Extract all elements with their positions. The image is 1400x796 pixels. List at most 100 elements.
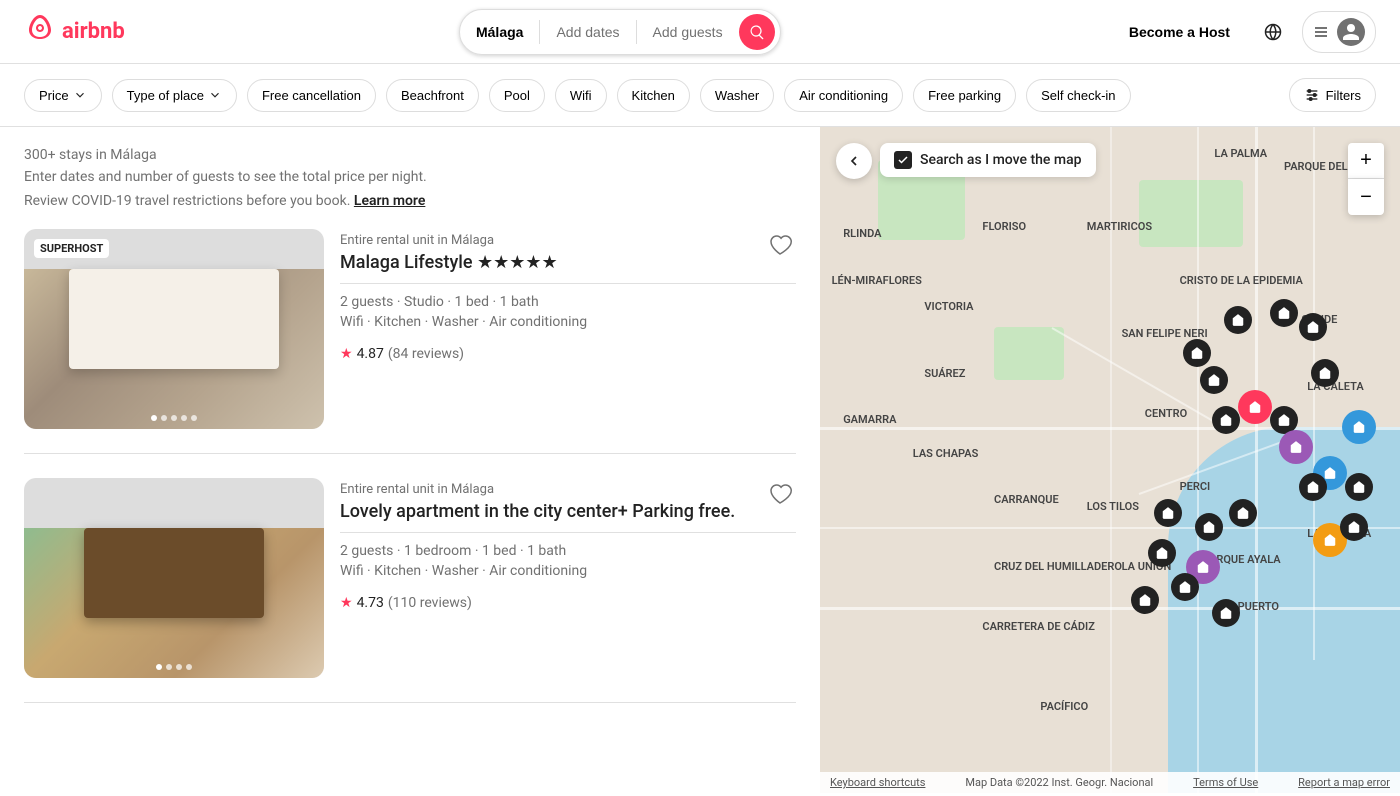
dates-search[interactable]: Add dates: [540, 16, 635, 48]
image-dots-1: [151, 415, 197, 421]
user-menu-button[interactable]: [1302, 11, 1376, 53]
free-parking-filter[interactable]: Free parking: [913, 79, 1016, 112]
map-pin-14[interactable]: [1171, 573, 1199, 601]
map-pin-9[interactable]: [1299, 473, 1327, 501]
learn-more-link[interactable]: Learn more: [354, 193, 425, 209]
map-road-v2: [1255, 127, 1258, 793]
map-pin-2[interactable]: [1224, 306, 1252, 334]
map-pin-15[interactable]: [1131, 586, 1159, 614]
map-pin-4[interactable]: [1299, 313, 1327, 341]
map-pin-blue-2[interactable]: [1342, 410, 1376, 444]
listing-image-2: [24, 528, 324, 678]
map-keyboard-shortcuts[interactable]: Keyboard shortcuts: [830, 776, 925, 789]
map-pin-17[interactable]: [1345, 473, 1373, 501]
map-panel: LA PALMA PARQUE DEL SUR RLINDA LÉN-MIRAF…: [820, 127, 1400, 793]
covid-notice-text: Review COVID-19 travel restrictions befo…: [24, 193, 350, 209]
left-panel: 300+ stays in Málaga Enter dates and num…: [0, 127, 820, 793]
listing-image-container-1[interactable]: SUPERHOST: [24, 229, 324, 429]
filters-button[interactable]: Filters: [1289, 78, 1376, 112]
map-pin-16[interactable]: [1212, 599, 1240, 627]
dot-1-4: [181, 415, 187, 421]
pool-filter[interactable]: Pool: [489, 79, 545, 112]
wishlist-button-1[interactable]: [764, 229, 796, 264]
house-icon-18: [1347, 520, 1361, 534]
beachfront-filter[interactable]: Beachfront: [386, 79, 479, 112]
map-pin-highlighted-1[interactable]: [1238, 390, 1272, 424]
logo-text: airbnb: [62, 19, 125, 44]
rating-value-1: 4.87: [357, 346, 384, 362]
map-pin-6[interactable]: [1200, 366, 1228, 394]
star-icon-2: ★: [340, 595, 353, 611]
house-icon-10: [1161, 506, 1175, 520]
language-button[interactable]: [1256, 15, 1290, 49]
listing-details-1: 2 guests · Studio · 1 bed · 1 bath: [340, 294, 796, 310]
type-of-place-filter[interactable]: Type of place: [112, 79, 237, 112]
back-arrow-icon: [846, 153, 862, 169]
air-conditioning-filter[interactable]: Air conditioning: [784, 79, 903, 112]
results-count: 300+ stays in Málaga: [24, 147, 796, 163]
globe-icon: [1264, 23, 1282, 41]
map-pin-3[interactable]: [1270, 299, 1298, 327]
star-icon-1: ★: [340, 346, 353, 362]
free-cancellation-filter[interactable]: Free cancellation: [247, 79, 376, 112]
map-terms[interactable]: Terms of Use: [1193, 776, 1258, 789]
listing-type-2: Entire rental unit in Málaga: [340, 482, 796, 497]
search-submit-button[interactable]: [739, 14, 775, 50]
map-report[interactable]: Report a map error: [1298, 776, 1390, 789]
map-pin-5[interactable]: [1311, 359, 1339, 387]
zoom-out-button[interactable]: −: [1348, 179, 1384, 215]
location-search[interactable]: Málaga: [460, 16, 539, 48]
logo-link[interactable]: airbnb: [24, 14, 125, 50]
listing-card-1: SUPERHOST Entire rental unit in Málaga M…: [24, 229, 796, 454]
map-back-button[interactable]: [836, 143, 872, 179]
filter-bar: Price Type of place Free cancellation Be…: [0, 64, 1400, 127]
map-pin-11[interactable]: [1195, 513, 1223, 541]
map-pin-1[interactable]: [1183, 339, 1211, 367]
house-icon-h1: [1248, 400, 1262, 414]
kitchen-filter[interactable]: Kitchen: [617, 79, 690, 112]
user-icon: [1341, 22, 1361, 42]
listing-card-2: Entire rental unit in Málaga Lovely apar…: [24, 478, 796, 703]
map-pin-purple-1[interactable]: [1279, 430, 1313, 464]
map-pin-18[interactable]: [1340, 513, 1368, 541]
house-icon-8: [1277, 413, 1291, 427]
map-road-v1: [1197, 127, 1199, 793]
rating-value-2: 4.73: [357, 595, 384, 611]
listing-divider-1: [340, 283, 796, 284]
map-park-2: [1139, 180, 1243, 247]
listing-title-1: Malaga Lifestyle ★★★★★: [340, 252, 796, 273]
search-as-move-checkbox[interactable]: Search as I move the map: [880, 143, 1096, 177]
wishlist-button-2[interactable]: [764, 478, 796, 513]
map-data-attribution: Map Data ©2022 Inst. Geogr. Nacional: [965, 776, 1153, 789]
dot-1-3: [171, 415, 177, 421]
self-check-in-filter[interactable]: Self check-in: [1026, 79, 1130, 112]
house-icon-12: [1236, 506, 1250, 520]
rating-reviews-2: (110 reviews): [388, 595, 472, 611]
price-filter[interactable]: Price: [24, 79, 102, 112]
house-icon-4: [1306, 320, 1320, 334]
house-icon-b1: [1323, 466, 1337, 480]
house-icon-15: [1138, 593, 1152, 607]
house-icon-17: [1352, 480, 1366, 494]
map-zoom-controls: + −: [1348, 143, 1384, 215]
dot-1-1: [151, 415, 157, 421]
wifi-filter[interactable]: Wifi: [555, 79, 607, 112]
dot-2-1: [156, 664, 162, 670]
map-pin-7[interactable]: [1212, 406, 1240, 434]
zoom-in-button[interactable]: +: [1348, 143, 1384, 179]
listing-image-1: [24, 269, 324, 429]
map-pin-12[interactable]: [1229, 499, 1257, 527]
covid-notice: Review COVID-19 travel restrictions befo…: [24, 193, 796, 209]
map-road-v3: [1110, 127, 1112, 793]
airbnb-logo-icon: [24, 14, 56, 50]
map-pin-10[interactable]: [1154, 499, 1182, 527]
map-pin-13[interactable]: [1148, 539, 1176, 567]
map-container[interactable]: LA PALMA PARQUE DEL SUR RLINDA LÉN-MIRAF…: [820, 127, 1400, 793]
become-host-button[interactable]: Become a Host: [1115, 14, 1244, 50]
washer-filter[interactable]: Washer: [700, 79, 774, 112]
sliders-icon: [1304, 87, 1320, 103]
listing-image-container-2[interactable]: [24, 478, 324, 678]
dot-2-3: [176, 664, 182, 670]
house-icon-3: [1277, 306, 1291, 320]
guests-search[interactable]: Add guests: [637, 16, 739, 48]
